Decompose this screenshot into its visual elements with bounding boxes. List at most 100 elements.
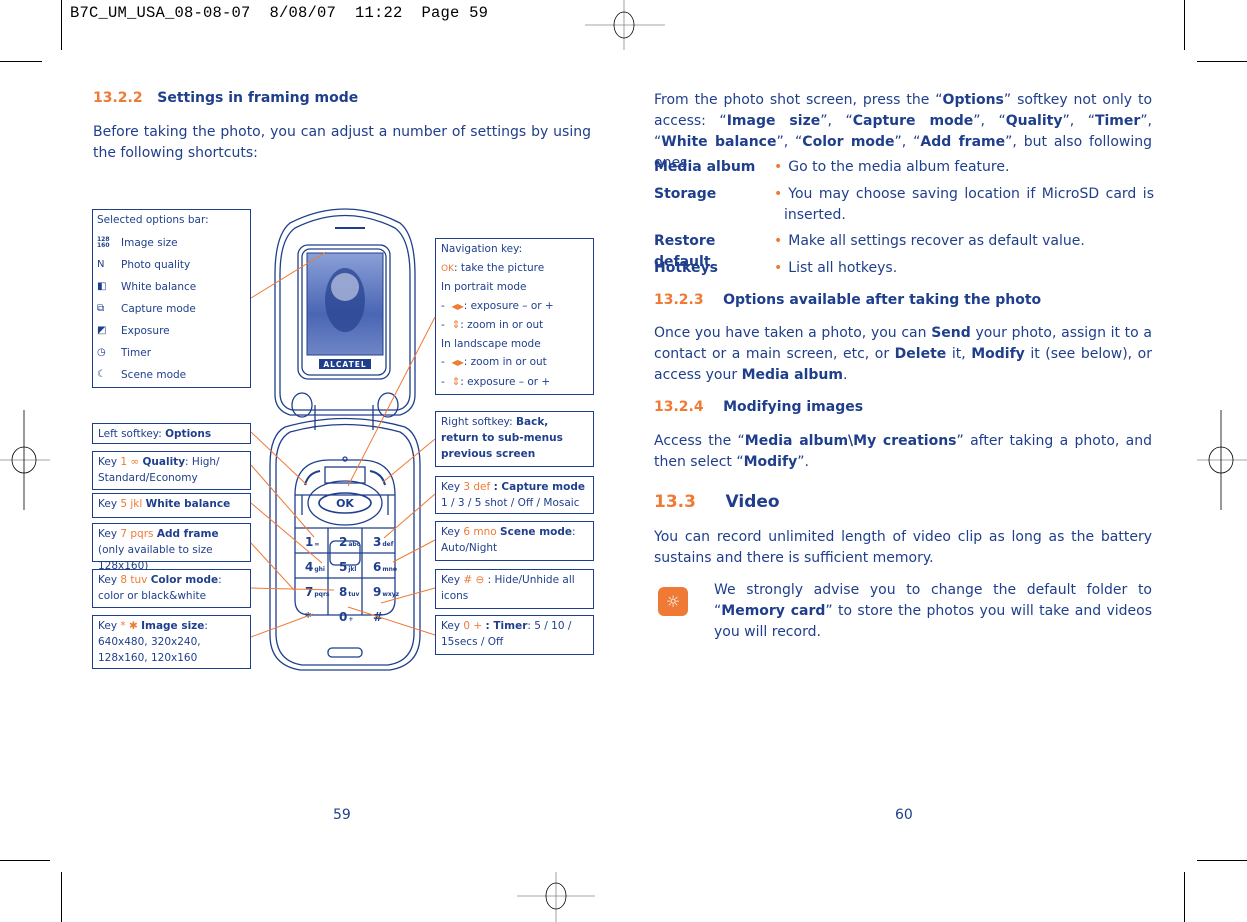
key-icon: 1 ∞ [120,456,143,468]
text: . [842,367,848,383]
callout-prefix: Left softkey: [98,428,166,440]
callout-box: Key 7 pqrs Add frame (only available to … [92,523,251,572]
key-icon: 3 def [463,481,494,493]
left-right-arrows-icon: ◀▶ [451,358,464,367]
section-heading-13-2-3: 13.2.3 Options available after taking th… [654,292,1041,308]
portrait-ud-desc: : zoom in or out [460,319,544,331]
tip-paragraph: We strongly advise you to change the def… [714,580,1152,643]
phone-key-9: 9wxyz [373,585,400,599]
callout-box: Key 8 tuv Color mode: color or black&whi… [92,569,251,608]
callout-prefix: Key [98,574,121,586]
text: ”, “ [776,134,803,150]
tip-lightbulb-icon: ☼ [658,587,688,616]
options-bar-item: 128 160 Image size [97,232,246,254]
section-number: 13.2.4 [654,399,704,415]
scene-mode-icon: ☾ [97,369,106,380]
page-number-left: 59 [333,807,351,823]
exposure-icon: ◩ [97,325,107,336]
callout-box: Key 0 + : Timer: 5 / 10 / 15secs / Off [435,615,594,655]
callout-prefix: Right softkey: [441,416,517,428]
phone-key-2: 2abc [339,535,361,549]
text: it, [946,346,972,362]
up-down-arrows-icon: ⇕ [451,319,461,331]
bold-text: Options [942,92,1004,108]
section-number: 13.3 [654,492,696,512]
ok-key-icon: OK [441,263,454,274]
callout-bold: Quality [142,456,186,468]
bold-text: Modify [971,346,1025,362]
callout-box: Key 3 def : Capture mode 1 / 3 / 5 shot … [435,476,594,514]
callout-box: Key # ⊖ : Hide/Unhide all icons [435,569,594,609]
navigation-title: Navigation key: [441,243,523,255]
callout-prefix: Key [98,456,121,468]
page-number-right: 60 [895,807,913,823]
options-bar-label: Exposure [121,325,170,337]
callout-box: Key 6 mno Scene mode: Auto/Night [435,521,594,561]
options-bar-item: ⧉ Capture mode [97,298,246,320]
text: Once you have taken a photo, you can [654,325,932,341]
section-title: Modifying images [723,399,864,415]
key-icon: # ⊖ [463,574,488,586]
phone-key-3: 3def [373,535,394,549]
callout-prefix: Key [98,620,121,632]
definition-term: Media album [654,159,756,175]
callout-bold: Options [165,428,212,440]
callout-prefix: Key [98,528,121,540]
bold-text: Color mode [802,134,895,150]
key-icon: 0 + [463,620,486,632]
callout-prefix: Key [441,620,464,632]
callout-bold: Color mode [150,574,219,586]
phone-key-4: 4ghi [305,560,325,574]
options-bar-label: Capture mode [121,303,196,315]
definition-desc: • You may choose saving location if Micro… [774,184,1154,226]
bold-text: Timer [1094,113,1141,129]
phone-key-6: 6mno [373,560,397,574]
after-photo-paragraph: Once you have taken a photo, you can Sen… [654,323,1152,386]
phone-key-1: 1∞ [305,535,319,549]
callout-prefix: Key [98,498,121,510]
options-bar-label: Timer [121,347,152,359]
options-bar-item: ☾ Scene mode [97,364,246,386]
section-number: 13.2.3 [654,292,704,308]
text: From the photo shot screen, press the “ [654,92,943,108]
section-heading-13-3: 13.3 Video [654,492,780,512]
text: Access the “ [654,433,745,449]
definition-desc: • Go to the media album feature. [774,157,1154,178]
phone-key-5: 5jkl [339,560,356,574]
timer-icon: ◷ [97,347,106,358]
options-bar-item: N Photo quality [97,254,246,276]
definition-text: You may choose saving location if MicroS… [784,186,1154,223]
video-paragraph: You can record unlimited length of video… [654,529,1152,566]
options-bar-label: White balance [121,281,197,293]
section-title: Settings in framing mode [157,90,359,106]
landscape-lr-desc: : zoom in or out [463,356,547,368]
portrait-title: In portrait mode [441,281,527,293]
definition-term: Storage [654,186,717,202]
definition-row: Media album • Go to the media album featur… [654,157,1154,178]
section-number: 13.2.2 [93,90,143,106]
text: ”. [797,454,809,470]
bold-text: Send [931,325,971,341]
definition-desc: • List all hotkeys. [774,258,1154,279]
callout-bold: Image size [141,620,205,632]
definition-term: Hotkeys [654,260,718,276]
key-icon: 8 tuv [120,574,151,586]
bold-text: Quality [1005,113,1063,129]
bold-text: White balance [661,134,777,150]
phone-ok-key: OK [336,497,354,510]
image-size-icon: 128 160 [97,236,110,249]
left-right-arrows-icon: ◀▶ [451,301,464,311]
phone-key-*: * [305,610,312,624]
bullet-icon: • [774,159,783,175]
key-icon: 6 mno [463,526,501,538]
phone-key-7: 7pqrs [305,585,330,599]
section-title: Options available after taking the photo [723,292,1042,308]
options-bar-label: Photo quality [121,259,191,271]
phone-keypad: 1∞ 2abc 3def 4ghi 5jkl 6mno 7pqrs 8tuv 9wxyz * 0+ # [305,535,400,624]
registration-mark-left [0,410,50,510]
text: ”, “ [973,113,1006,129]
white-balance-icon: ◧ [97,281,107,292]
callout-bold: : Timer [485,620,528,632]
callout-bold: : Capture mode [493,481,585,493]
definition-row: Hotkeys • List all hotkeys. [654,258,1154,279]
